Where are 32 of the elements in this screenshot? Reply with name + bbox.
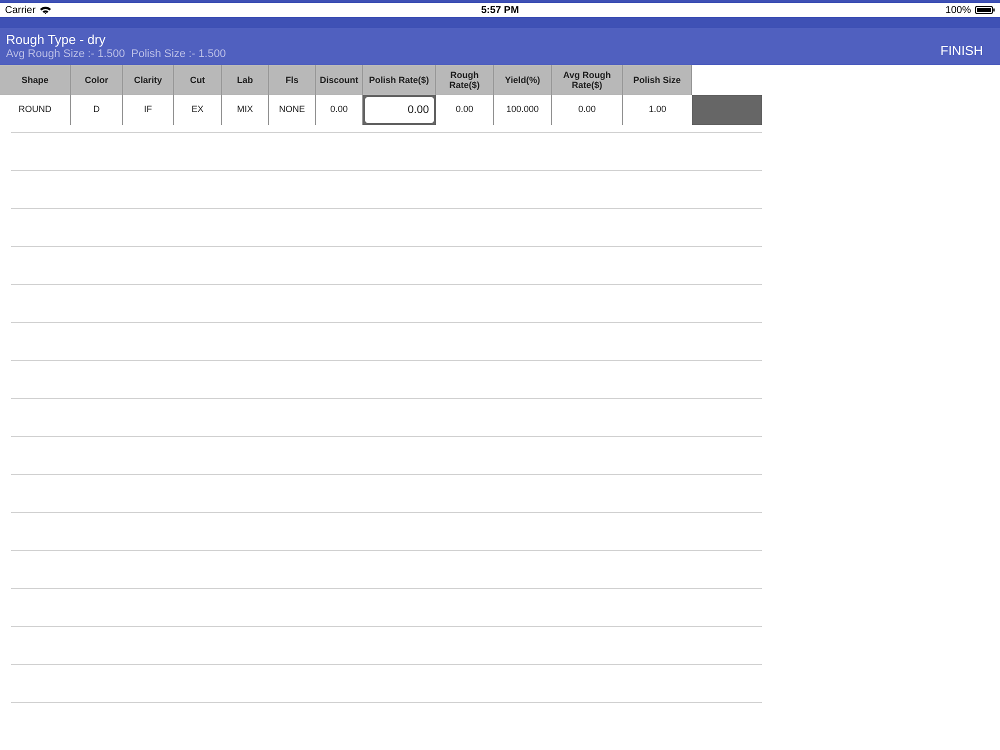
- table-cell: 0.00: [552, 95, 623, 125]
- column-header: Fls: [269, 65, 316, 95]
- clock-text: 5:57 PM: [481, 4, 519, 18]
- column-header: Polish Rate($): [363, 65, 436, 95]
- table-cell: NONE: [269, 95, 316, 125]
- table-cell-text: 1.00: [648, 103, 668, 116]
- table-cell: D: [71, 95, 123, 125]
- column-header: Cut: [174, 65, 222, 95]
- finish-button[interactable]: FINISH: [940, 32, 994, 60]
- carrier-text: Carrier: [5, 4, 36, 18]
- column-header: Shape: [0, 65, 71, 95]
- header-subtitle: Avg Rough Size :- 1.500 Polish Size :- 1.500: [6, 48, 226, 62]
- column-header: Discount: [316, 65, 363, 95]
- table-cell: 100.000: [494, 95, 552, 125]
- column-header: Clarity: [123, 65, 174, 95]
- wifi-icon: [40, 6, 51, 14]
- column-header: Polish Size: [623, 65, 692, 95]
- column-header: Rough Rate($): [436, 65, 494, 95]
- column-header: Color: [71, 65, 123, 95]
- battery-icon: [975, 6, 995, 14]
- table-cell: 0.00: [436, 95, 494, 125]
- table-cell: MIX: [222, 95, 269, 125]
- column-header: Yield(%): [494, 65, 552, 95]
- column-header: Lab: [222, 65, 269, 95]
- table-cell: EX: [174, 95, 222, 125]
- row-action-block[interactable]: [692, 95, 762, 125]
- polish-rate-field[interactable]: 0.00: [365, 97, 434, 123]
- header-title: Rough Type - dry: [6, 32, 106, 48]
- table-cell: IF: [123, 95, 174, 125]
- column-header: Avg Rough Rate($): [552, 65, 623, 95]
- battery-text: 100%: [945, 4, 971, 18]
- table-cell: ROUND: [0, 95, 71, 125]
